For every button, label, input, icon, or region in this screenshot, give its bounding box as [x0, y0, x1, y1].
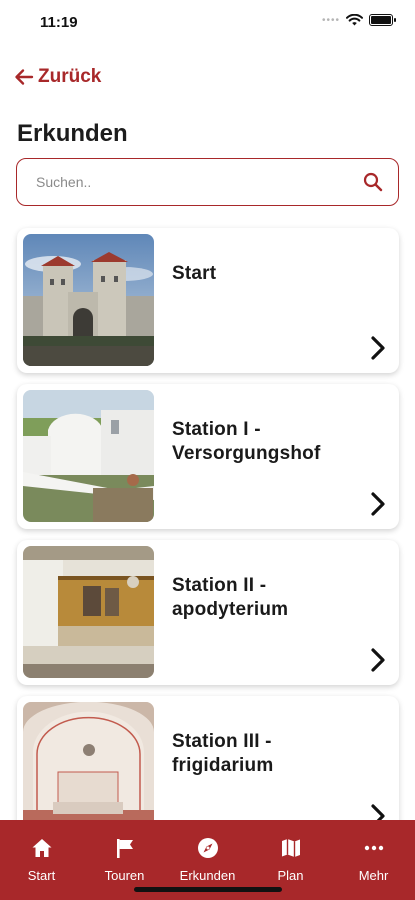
station-title: Start: [172, 263, 217, 284]
station-title: Station III - frigidarium: [172, 731, 274, 776]
station-image-versorgungshof: [23, 390, 154, 522]
arrow-left-icon: [15, 69, 34, 85]
map-icon: [279, 836, 303, 860]
station-card-start[interactable]: Start: [17, 228, 399, 373]
chevron-right-icon: [371, 336, 385, 360]
home-icon: [30, 836, 54, 860]
tab-label: Erkunden: [179, 868, 236, 883]
back-label: Zurück: [38, 66, 102, 87]
battery-icon: [369, 14, 396, 26]
station-title: Station II - apodyterium: [172, 575, 289, 620]
search-input[interactable]: [36, 174, 362, 190]
station-card-versorgungshof[interactable]: Station I - Versorgungshof: [17, 384, 399, 529]
back-button[interactable]: Zurück: [14, 66, 101, 88]
station-card-apodyterium[interactable]: Station II - apodyterium: [17, 540, 399, 685]
status-time: 11:19: [40, 14, 78, 31]
status-icons: ••••: [321, 14, 396, 26]
tab-mehr[interactable]: Mehr: [332, 820, 415, 900]
search-icon[interactable]: [362, 171, 384, 193]
compass-icon: [196, 836, 220, 860]
flag-icon: [113, 836, 137, 860]
chevron-right-icon: [371, 492, 385, 516]
tab-start[interactable]: Start: [0, 820, 83, 900]
station-image-frigidarium: [23, 702, 154, 834]
station-image-start: [23, 234, 154, 366]
tab-label: Start: [27, 868, 56, 883]
page-title: Erkunden: [17, 120, 128, 147]
station-title: Station I - Versorgungshof: [172, 419, 321, 464]
home-indicator: [134, 887, 282, 892]
more-icon: [362, 836, 386, 860]
station-image-apodyterium: [23, 546, 154, 678]
tab-label: Touren: [104, 868, 145, 883]
status-bar: 11:19 ••••: [0, 0, 415, 46]
wifi-icon: [346, 14, 363, 26]
tab-label: Plan: [277, 868, 304, 883]
station-list: Start Station I - Versorgungshof Station…: [17, 228, 399, 852]
chevron-right-icon: [371, 648, 385, 672]
search-bar: [16, 158, 399, 206]
signal-icon: ••••: [321, 14, 340, 26]
tab-label: Mehr: [358, 868, 389, 883]
